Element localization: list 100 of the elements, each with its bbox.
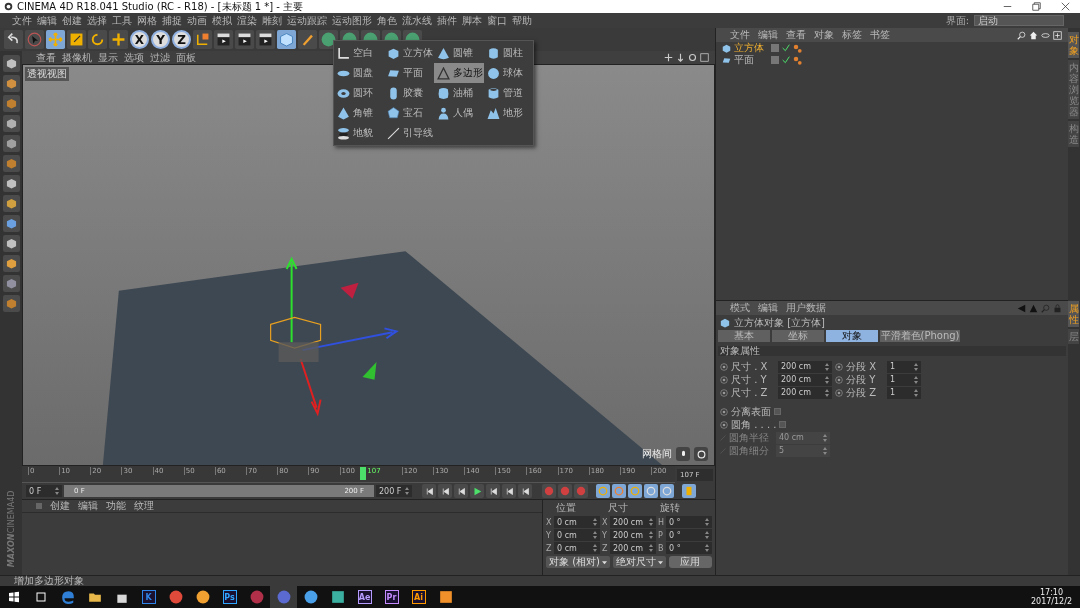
menu-item[interactable]: 雕刻 (262, 13, 282, 28)
rotate-button[interactable] (694, 447, 708, 461)
mode-tool-button[interactable] (2, 255, 20, 272)
menu-item[interactable]: 胶囊 (384, 83, 434, 103)
mode-tool-button[interactable] (2, 235, 20, 252)
menu-item[interactable]: 标签 (842, 28, 862, 42)
skip-start-button[interactable] (422, 484, 436, 498)
menu-item[interactable]: 宝石 (384, 103, 434, 123)
size-field[interactable]: 200 cm (778, 360, 832, 373)
axis-toggle-button[interactable]: Z (172, 30, 191, 49)
pen-tool-button[interactable] (298, 30, 317, 49)
segments-field[interactable]: 1 (887, 373, 921, 386)
app-icon[interactable]: K (141, 590, 156, 604)
microphone-button[interactable] (676, 447, 690, 461)
rotation-field[interactable]: 0 ° (666, 529, 712, 541)
size-field[interactable]: 200 cm (610, 542, 656, 554)
mode-tool-button[interactable] (2, 95, 20, 112)
clapperboard-tool-button[interactable] (214, 30, 233, 49)
menu-item[interactable]: 编辑 (758, 28, 778, 42)
mode-tool-button[interactable] (2, 75, 20, 92)
size-field[interactable]: 200 cm (609, 516, 656, 528)
start-frame-field[interactable]: 0 F (26, 485, 62, 497)
menu-item[interactable]: 文件 (730, 28, 750, 42)
position-field[interactable]: 0 cm (554, 542, 600, 554)
tab[interactable]: 对象 (826, 330, 878, 342)
object-row[interactable]: 平面 (716, 54, 1068, 66)
menu-item[interactable]: 地貌 (334, 123, 384, 143)
axis-gizmo[interactable] (270, 256, 399, 417)
taskbar-app[interactable]: Ae (351, 586, 378, 608)
menu-item[interactable]: 创建 (62, 13, 82, 28)
rotation-field[interactable]: 0 ° (666, 542, 712, 554)
menu-item[interactable]: 编辑 (758, 301, 778, 315)
position-field[interactable]: 0 cm (554, 529, 600, 541)
app-icon[interactable]: Ai (411, 590, 426, 604)
clapperboard-tool-button[interactable] (235, 30, 254, 49)
loop-button[interactable] (438, 484, 452, 498)
skip-end-button[interactable] (518, 484, 532, 498)
loop-button[interactable] (502, 484, 516, 498)
menu-item[interactable]: 功能 (106, 499, 126, 513)
menu-item[interactable]: 渲染 (237, 13, 257, 28)
segments-field[interactable]: 1 (887, 360, 921, 373)
size-field[interactable]: 200 cm (610, 529, 656, 541)
rotation-field[interactable]: 0 ° (666, 516, 712, 528)
size-field[interactable]: 200 cm (778, 373, 832, 386)
apply-button[interactable]: 应用 (669, 556, 712, 568)
axis-toggle-button[interactable]: Y (151, 30, 170, 49)
menu-item[interactable]: 纹理 (134, 499, 154, 513)
menu-item[interactable]: 摄像机 (62, 50, 92, 65)
checkbox[interactable] (779, 421, 787, 428)
menu-item[interactable]: 对象 (814, 28, 834, 42)
menu-item[interactable]: 立方体 (384, 43, 434, 63)
mode-dropdown[interactable]: 对象 (相对) (546, 556, 610, 568)
menu-item[interactable]: 地形 (484, 103, 534, 123)
menu-item[interactable]: 查看 (36, 50, 56, 65)
menu-item[interactable]: 球体 (484, 63, 534, 83)
tab[interactable]: 基本 (718, 330, 770, 342)
rotate-tool-button[interactable] (88, 30, 107, 49)
menu-item[interactable]: 面板 (176, 50, 196, 65)
menu-item[interactable]: 角色 (377, 13, 397, 28)
taskbar-app[interactable]: K (135, 586, 162, 608)
plus-tool-button[interactable] (109, 30, 128, 49)
menu-item[interactable]: 空白 (334, 43, 384, 63)
object-row[interactable]: 立方体 (716, 42, 1068, 54)
menu-item[interactable]: 选择 (87, 13, 107, 28)
menu-item[interactable]: 圆环 (334, 83, 384, 103)
menu-item[interactable]: 平面 (384, 63, 434, 83)
play-button[interactable] (470, 484, 484, 498)
mode-tool-button[interactable] (2, 175, 20, 192)
menu-item[interactable]: 过滤 (150, 50, 170, 65)
step-back-button[interactable] (454, 484, 468, 498)
taskbar-app[interactable]: Ps (216, 586, 243, 608)
clapperboard-tool-button[interactable] (256, 30, 275, 49)
menu-item[interactable]: 圆盘 (334, 63, 384, 83)
menu-item[interactable]: 油桶 (434, 83, 484, 103)
menu-item[interactable]: 查看 (786, 28, 806, 42)
menu-item[interactable]: 用户数据 (786, 301, 826, 315)
menu-item[interactable]: 编辑 (37, 13, 57, 28)
menu-item[interactable]: 创建 (50, 499, 70, 513)
app-icon[interactable]: Ae (357, 590, 372, 604)
menu-item[interactable]: 文件 (12, 13, 32, 28)
step-forward-button[interactable] (486, 484, 500, 498)
tab[interactable]: 平滑着色(Phong) (880, 330, 960, 342)
menu-item[interactable]: 多边形 (434, 63, 484, 83)
mode-dropdown[interactable]: 绝对尺寸 (613, 556, 666, 568)
mode-tool-button[interactable] (2, 115, 20, 132)
menu-item[interactable]: 书签 (870, 28, 890, 42)
menu-item[interactable]: 角锥 (334, 103, 384, 123)
side-tab[interactable]: 属性 (1068, 301, 1079, 327)
menu-item[interactable]: 模式 (730, 301, 750, 315)
menu-item[interactable]: 运动跟踪 (287, 13, 327, 28)
app-icon[interactable]: Ps (222, 590, 237, 604)
menu-item[interactable]: 引导线 (384, 123, 434, 143)
menu-item[interactable]: 运动图形 (332, 13, 372, 28)
app-icon[interactable]: Pr (384, 590, 399, 604)
menu-item[interactable]: 帮助 (512, 13, 532, 28)
size-field[interactable]: 200 cm (778, 386, 832, 399)
undo-tool-button[interactable] (4, 30, 23, 49)
taskbar-app[interactable]: Ai (405, 586, 432, 608)
menu-item[interactable]: 动画 (187, 13, 207, 28)
side-tab[interactable]: 对象 (1068, 32, 1079, 58)
